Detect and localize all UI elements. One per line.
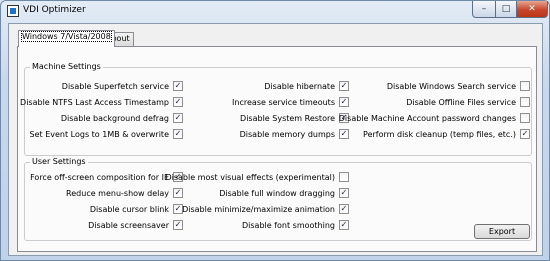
- tab-panel: Machine Settings Disable Superfetch serv…: [17, 46, 537, 252]
- checkbox[interactable]: ✓: [339, 81, 349, 91]
- checkbox[interactable]: [520, 113, 530, 123]
- user-setting-row[interactable]: Force off-screen composition for IE ✓: [25, 172, 183, 183]
- close-button[interactable]: ✕: [516, 1, 548, 18]
- setting-label: Disable Offline Files service: [406, 98, 516, 107]
- setting-label: Disable hibernate: [264, 82, 335, 91]
- user-setting-row[interactable]: Disable full window dragging ✓: [195, 188, 349, 199]
- setting-label: Disable Superfetch service: [61, 82, 169, 91]
- setting-label: Force off-screen composition for IE: [30, 173, 169, 182]
- app-window: VDI Optimizer – □ ✕ Windows 7/Vista/2008…: [0, 0, 550, 261]
- machine-setting-row[interactable]: Disable Machine Account password changes: [339, 113, 530, 124]
- setting-label: Increase service timeouts: [232, 98, 335, 107]
- setting-label: Perform disk cleanup (temp files, etc.): [363, 130, 516, 139]
- checkbox[interactable]: ✓: [520, 129, 530, 139]
- setting-label: Disable minimize/maximize animation: [182, 205, 335, 214]
- user-settings-title: User Settings: [30, 157, 88, 166]
- tab-windows-7-vista-2008[interactable]: Windows 7/Vista/2008: [18, 30, 115, 47]
- machine-setting-row[interactable]: Disable background defrag ✓: [25, 113, 183, 124]
- machine-setting-row[interactable]: Perform disk cleanup (temp files, etc.) …: [360, 129, 530, 140]
- user-setting-row[interactable]: Disable font smoothing ✓: [195, 220, 349, 231]
- machine-settings-group: Machine Settings Disable Superfetch serv…: [20, 62, 532, 156]
- checkbox[interactable]: ✓: [339, 97, 349, 107]
- setting-label: Set Event Logs to 1MB & overwrite: [29, 130, 169, 139]
- checkbox[interactable]: ✓: [339, 129, 349, 139]
- machine-setting-row[interactable]: Disable Offline Files service: [360, 97, 530, 108]
- machine-setting-row[interactable]: Disable hibernate ✓: [195, 81, 349, 92]
- export-button[interactable]: Export: [474, 224, 530, 239]
- setting-label: Disable NTFS Last Access Timestamp: [20, 98, 169, 107]
- checkbox[interactable]: ✓: [173, 220, 183, 230]
- minimize-button[interactable]: –: [472, 1, 496, 18]
- checkbox[interactable]: ✓: [173, 113, 183, 123]
- machine-setting-row[interactable]: Disable System Restore ✓: [195, 113, 349, 124]
- setting-label: Disable most visual effects (experimenta…: [165, 173, 335, 182]
- tab-label: Windows 7/Vista/2008: [21, 31, 112, 42]
- setting-label: Reduce menu-show delay: [66, 189, 169, 198]
- setting-label: Disable Windows Search service: [386, 82, 516, 91]
- setting-label: Disable System Restore: [240, 114, 335, 123]
- user-setting-row[interactable]: Disable cursor blink ✓: [25, 204, 183, 215]
- machine-setting-row[interactable]: Increase service timeouts ✓: [195, 97, 349, 108]
- machine-setting-row[interactable]: Disable Windows Search service: [360, 81, 530, 92]
- checkbox[interactable]: ✓: [173, 129, 183, 139]
- checkbox[interactable]: [520, 81, 530, 91]
- machine-setting-row[interactable]: Disable Superfetch service ✓: [25, 81, 183, 92]
- user-setting-row[interactable]: Disable most visual effects (experimenta…: [165, 172, 349, 183]
- user-setting-row[interactable]: Reduce menu-show delay ✓: [25, 188, 183, 199]
- app-icon: [7, 5, 19, 17]
- setting-label: Disable full window dragging: [219, 189, 335, 198]
- setting-label: Disable screensaver: [88, 221, 169, 230]
- machine-setting-row[interactable]: Set Event Logs to 1MB & overwrite ✓: [25, 129, 183, 140]
- checkbox[interactable]: ✓: [339, 220, 349, 230]
- checkbox[interactable]: ✓: [339, 204, 349, 214]
- checkbox[interactable]: ✓: [339, 188, 349, 198]
- maximize-button[interactable]: □: [495, 1, 517, 18]
- setting-label: Disable Machine Account password changes: [338, 114, 516, 123]
- setting-label: Disable memory dumps: [239, 130, 335, 139]
- window-title: VDI Optimizer: [23, 5, 86, 15]
- window-client-area: Windows 7/Vista/2008 About Machine Setti…: [8, 23, 543, 256]
- checkbox[interactable]: ✓: [173, 188, 183, 198]
- title-bar[interactable]: VDI Optimizer – □ ✕: [1, 1, 549, 22]
- setting-label: Disable font smoothing: [241, 221, 335, 230]
- user-settings-group: User Settings Force off-screen compositi…: [24, 157, 532, 241]
- checkbox[interactable]: [520, 97, 530, 107]
- machine-setting-row[interactable]: Disable memory dumps ✓: [195, 129, 349, 140]
- machine-setting-row[interactable]: Disable NTFS Last Access Timestamp ✓: [20, 97, 183, 108]
- checkbox[interactable]: ✓: [173, 81, 183, 91]
- setting-label: Disable background defrag: [60, 114, 169, 123]
- checkbox[interactable]: [339, 172, 349, 182]
- setting-label: Disable cursor blink: [89, 205, 169, 214]
- user-setting-row[interactable]: Disable screensaver ✓: [25, 220, 183, 231]
- user-setting-row[interactable]: Disable minimize/maximize animation ✓: [182, 204, 349, 215]
- machine-settings-title: Machine Settings: [30, 62, 103, 71]
- checkbox[interactable]: ✓: [173, 97, 183, 107]
